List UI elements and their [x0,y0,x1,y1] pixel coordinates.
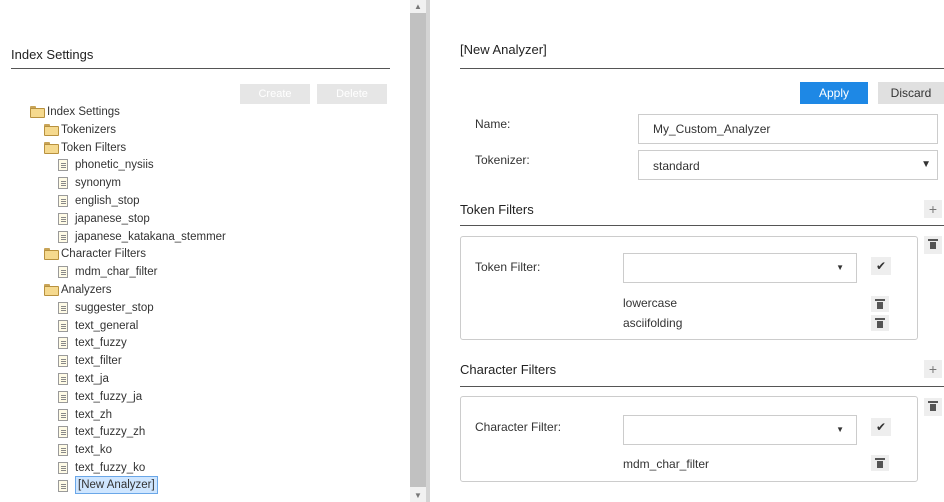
folder-open-icon [44,248,59,261]
analyzer-editor: [New Analyzer] Apply Discard Name: Token… [430,0,944,502]
document-icon [58,230,68,243]
tree-item-label: suggester_stop [75,301,154,314]
create-button[interactable]: Create [240,84,310,104]
divider [460,68,944,69]
document-icon [58,319,68,332]
confirm-check-icon[interactable]: ✔ [871,257,891,275]
dropdown-arrow-icon: ▼ [836,425,844,434]
divider [11,68,390,69]
tree-item-label: japanese_stop [75,212,150,225]
document-icon [58,355,68,368]
document-icon [58,426,68,439]
tree-item-label: Character Filters [61,248,146,261]
tree-item-label: text_zh [75,408,113,421]
token-filter-label: Token Filter: [475,260,541,274]
token-filter-select[interactable]: ▼ [623,253,857,283]
index-settings-panel: Index Settings Create Delete Index Setti… [0,0,400,502]
tree-item-label: text_filter [75,355,122,368]
delete-button[interactable]: Delete [317,84,387,104]
confirm-check-icon[interactable]: ✔ [871,418,891,436]
document-icon [58,408,68,421]
name-label: Name: [475,117,511,131]
character-filter-item: mdm_char_filter [623,457,710,471]
apply-button[interactable]: Apply [800,82,868,104]
folder-open-icon [44,141,59,154]
add-character-filter-icon[interactable]: + [924,360,942,378]
tokenizer-label: Tokenizer: [475,153,530,167]
document-icon [58,462,68,474]
tree-item-label: text_fuzzy_zh [75,426,146,439]
panel-title: Index Settings [11,47,94,62]
document-icon [58,373,68,385]
tree-item-label: text_ja [75,373,109,385]
tree-item-label: Analyzers [61,284,112,296]
token-filter-group: Token Filter: ▼ ✔ lowercase asciifolding [460,236,918,340]
tree-item-label: [New Analyzer] [75,475,158,494]
tree-item-label: text_fuzzy_ko [75,462,146,474]
tokenizer-value: standard [653,159,700,173]
tree-item-label: text_fuzzy [75,337,127,350]
character-filters-heading: Character Filters [460,362,557,377]
folder-icon [44,123,59,136]
document-icon [58,212,68,225]
token-filters-heading: Token Filters [460,202,534,217]
tree-item-label: synonym [75,177,122,190]
tree-item-label: text_fuzzy_ja [75,390,143,403]
document-icon [58,444,68,457]
document-icon [58,337,68,350]
character-filter-select[interactable]: ▼ [623,415,857,445]
folder-open-icon [44,284,59,296]
delete-trash-icon[interactable] [924,236,942,254]
document-icon [58,177,68,190]
delete-trash-icon[interactable] [871,315,889,331]
dropdown-arrow-icon: ▼ [921,159,931,170]
delete-trash-icon[interactable] [924,398,942,416]
document-icon [58,266,68,279]
token-filter-item: lowercase [623,296,678,310]
dropdown-arrow-icon: ▼ [836,263,844,272]
tree-item-label: text_general [75,319,139,332]
editor-title: [New Analyzer] [460,42,547,57]
document-icon [58,479,68,492]
character-filter-label: Character Filter: [475,420,562,434]
discard-button[interactable]: Discard [878,82,944,104]
divider [460,386,944,387]
scrollbar[interactable]: ▲ ▼ [410,0,426,502]
document-icon [58,390,68,403]
character-filter-group: Character Filter: ▼ ✔ mdm_char_filter [460,396,918,482]
tokenizer-select[interactable]: standard ▼ [638,150,938,180]
document-icon [58,301,68,314]
add-token-filter-icon[interactable]: + [924,200,942,218]
document-icon [58,195,68,207]
scroll-down-icon[interactable]: ▼ [410,489,426,502]
scroll-up-icon[interactable]: ▲ [410,0,426,13]
delete-trash-icon[interactable] [871,296,889,312]
folder-open-icon [30,106,45,118]
tree-item-label: mdm_char_filter [75,266,158,279]
scroll-thumb[interactable] [410,13,426,487]
delete-trash-icon[interactable] [871,455,889,471]
tree-item-label: japanese_katakana_stemmer [75,230,226,243]
token-filter-item: asciifolding [623,316,683,330]
tree-item-label: Token Filters [61,141,127,154]
tree-item-label: Tokenizers [61,123,116,136]
divider [460,225,944,226]
tree-item-label: Index Settings [47,106,120,118]
tree-item-label: text_ko [75,444,113,457]
name-input[interactable] [638,114,938,144]
tree-item-label: phonetic_nysiis [75,159,154,172]
document-icon [58,159,68,172]
tree-item-label: english_stop [75,195,140,207]
